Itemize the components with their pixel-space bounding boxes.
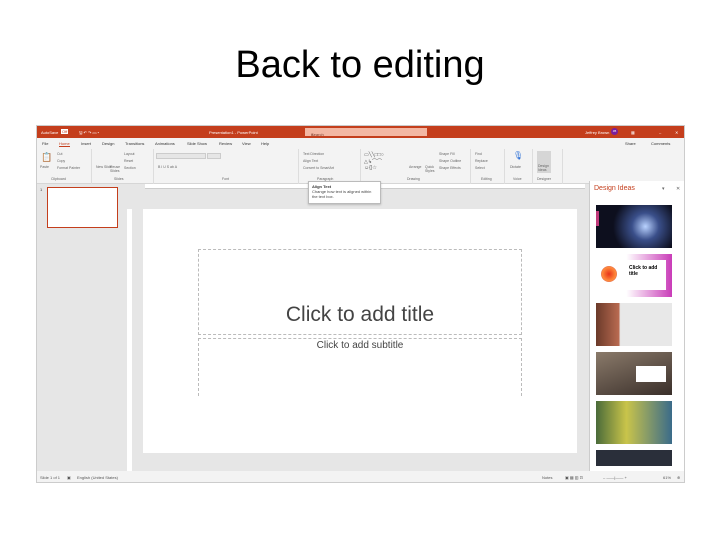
design-idea-3[interactable] — [596, 303, 672, 346]
text-direction-button[interactable]: Text Direction — [303, 152, 324, 156]
share-button[interactable]: Share — [625, 141, 636, 146]
language[interactable]: English (United States) — [77, 475, 118, 480]
reset-button[interactable]: Reset — [124, 159, 133, 163]
font-name-dropdown[interactable] — [156, 153, 206, 159]
group-label: Slides — [114, 177, 124, 181]
tab-help[interactable]: Help — [261, 141, 269, 146]
spellcheck-icon[interactable]: ▣ — [67, 475, 71, 480]
pane-options-icon[interactable]: ▾ — [662, 186, 665, 192]
avatar[interactable]: JB — [611, 128, 618, 135]
quick-styles-button[interactable]: Quick Styles — [425, 165, 435, 173]
group-label: Drawing — [407, 177, 420, 181]
document-title: Presentation1 - PowerPoint — [209, 130, 258, 135]
paste-icon[interactable]: 📋 — [41, 152, 52, 163]
design-idea-6[interactable] — [596, 450, 672, 466]
shape-effects-button[interactable]: Shape Effects — [439, 166, 461, 170]
slide-thumbnails-pane: 1 — [37, 184, 123, 471]
paint-splash-image — [601, 266, 617, 282]
tooltip-body: Change how text is aligned within the te… — [312, 189, 372, 199]
subtitle-placeholder[interactable]: Click to add subtitle — [198, 338, 522, 396]
convert-smartart-button[interactable]: Convert to SmartArt — [303, 166, 334, 170]
group-designer: Design Ideas Designer — [533, 149, 563, 184]
quick-access-icons[interactable]: 🖫 ↶ ↷ ▭ ▾ — [79, 130, 99, 137]
design-ideas-button[interactable]: Design Ideas — [537, 151, 551, 173]
title-bar: AutoSave Off 🖫 ↶ ↷ ▭ ▾ Presentation1 - P… — [37, 126, 684, 138]
format-painter-button[interactable]: Format Painter — [57, 166, 80, 170]
tab-view[interactable]: View — [242, 141, 251, 146]
group-editing: Find Replace Select Editing — [471, 149, 505, 184]
powerpoint-screenshot: AutoSave Off 🖫 ↶ ↷ ▭ ▾ Presentation1 - P… — [36, 125, 685, 483]
dictate-button[interactable]: Dictate — [510, 165, 521, 169]
autosave-label[interactable]: AutoSave — [41, 130, 58, 135]
design-idea-4[interactable] — [596, 352, 672, 395]
shapes-gallery[interactable]: ▭╲╲□□○ △↳⌒⌒ ☺{}☆ — [364, 152, 384, 171]
ribbon-display-icon[interactable]: ▦ — [631, 130, 635, 135]
cut-button[interactable]: Cut — [57, 152, 62, 156]
idea-title: Click to add title — [626, 260, 666, 290]
minimize-icon[interactable]: – — [659, 130, 661, 135]
user-name[interactable]: Jeffrey Brown — [585, 130, 609, 135]
design-ideas-pane: Design Ideas ▾ ✕ Click to add title — [589, 181, 684, 471]
shape-fill-button[interactable]: Shape Fill — [439, 152, 455, 156]
ribbon-tabs: File Home Insert Design Transitions Anim… — [37, 138, 684, 149]
slide-count: Slide 1 of 1 — [40, 475, 61, 480]
group-label: Voice — [513, 177, 522, 181]
slide-heading: Back to editing — [235, 44, 485, 86]
group-font: B I U S ab A Font — [154, 149, 299, 184]
font-size-dropdown[interactable] — [207, 153, 221, 159]
paste-button[interactable]: Paste — [40, 165, 49, 169]
design-idea-2[interactable]: Click to add title — [596, 254, 672, 297]
design-idea-5[interactable] — [596, 401, 672, 444]
section-button[interactable]: Section — [124, 166, 136, 170]
group-label: Editing — [481, 177, 492, 181]
status-bar: Slide 1 of 1 ▣ English (United States) N… — [37, 471, 684, 482]
group-voice: 🎙 Dictate Voice — [505, 149, 533, 184]
view-buttons[interactable]: ▣ ▦ ▥ ⊡ — [565, 475, 583, 480]
thumbnail-number: 1 — [40, 187, 43, 192]
autosave-toggle[interactable]: Off — [61, 129, 69, 134]
slide-thumbnail[interactable] — [47, 187, 118, 228]
layout-button[interactable]: Layout — [124, 152, 135, 156]
search-box[interactable]: ⌕ Search — [305, 128, 427, 137]
tab-animations[interactable]: Animations — [155, 141, 175, 146]
comments-button[interactable]: Comments — [651, 141, 670, 146]
pane-close-icon[interactable]: ✕ — [676, 186, 680, 192]
find-button[interactable]: Find — [475, 152, 482, 156]
arrange-button[interactable]: Arrange — [409, 165, 421, 169]
tab-file[interactable]: File — [42, 141, 48, 146]
tooltip: Align Text Change how text is aligned wi… — [308, 181, 381, 204]
replace-button[interactable]: Replace — [475, 159, 488, 163]
tab-slide-show[interactable]: Slide Show — [187, 141, 207, 146]
close-icon[interactable]: ✕ — [675, 130, 678, 135]
zoom-level[interactable]: 61% — [663, 475, 671, 480]
fit-slide-icon[interactable]: ⊕ — [677, 475, 680, 480]
reuse-slides-button[interactable]: Reuse Slides — [110, 165, 122, 173]
tab-design[interactable]: Design — [102, 141, 114, 146]
group-label: Clipboard — [51, 177, 66, 181]
slide-canvas[interactable]: Click to add title Click to add subtitle — [143, 209, 577, 453]
group-label: Designer — [537, 177, 552, 181]
tab-review[interactable]: Review — [219, 141, 232, 146]
vertical-ruler — [127, 209, 132, 471]
zoom-slider[interactable]: – ——|—— + — [603, 475, 627, 480]
design-idea-1[interactable] — [596, 205, 672, 248]
ribbon: 📋 Paste Cut Copy Format Painter Clipboar… — [37, 149, 684, 184]
align-text-button[interactable]: Align Text — [303, 159, 318, 163]
tab-insert[interactable]: Insert — [81, 141, 91, 146]
microphone-icon: 🎙 — [513, 151, 524, 160]
notes-button[interactable]: Notes — [542, 475, 552, 480]
tab-transitions[interactable]: Transitions — [125, 141, 144, 146]
select-button[interactable]: Select — [475, 166, 485, 170]
group-paragraph: Text Direction Align Text Convert to Sma… — [299, 149, 361, 184]
pane-title: Design Ideas — [594, 185, 635, 192]
title-placeholder[interactable]: Click to add title — [198, 249, 522, 335]
group-clipboard: 📋 Paste Cut Copy Format Painter Clipboar… — [37, 149, 92, 184]
copy-button[interactable]: Copy — [57, 159, 65, 163]
group-slides: New Slide Reuse Slides Layout Reset Sect… — [92, 149, 154, 184]
font-format-buttons[interactable]: B I U S ab A — [158, 165, 177, 169]
tab-home[interactable]: Home — [59, 141, 70, 147]
shape-outline-button[interactable]: Shape Outline — [439, 159, 461, 163]
group-label: Font — [222, 177, 230, 181]
group-drawing: ▭╲╲□□○ △↳⌒⌒ ☺{}☆ Arrange Quick Styles Shap… — [361, 149, 471, 184]
